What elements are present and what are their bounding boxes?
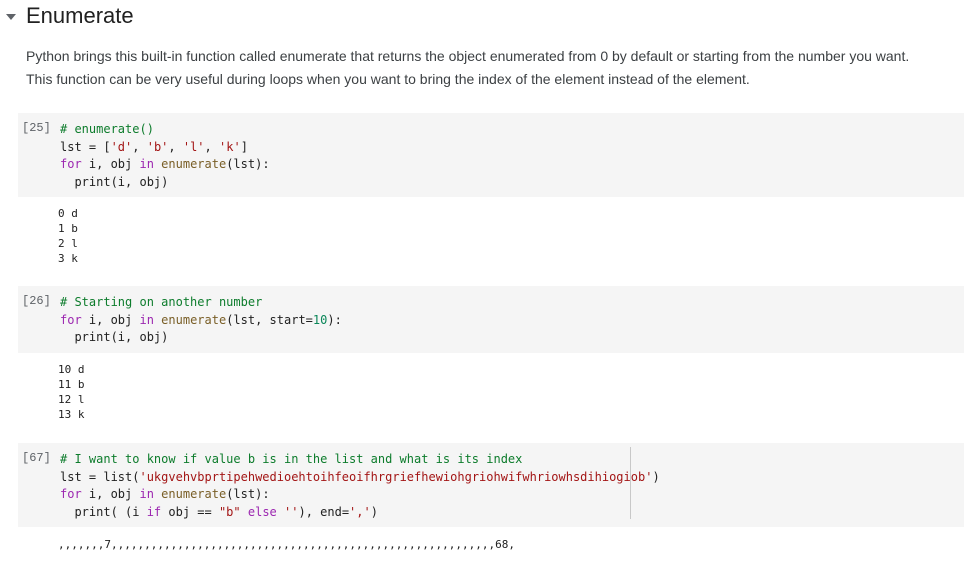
code-line[interactable]: print(i, obj) [60,329,342,347]
code-token: # enumerate() [60,122,154,136]
code-token: (lst): [226,157,270,171]
code-token: else [247,504,277,519]
code-token: lst = list( [60,469,140,484]
code-cell[interactable]: [25] # enumerate() lst = ['d', 'b', 'l', … [18,113,964,197]
code-token: print(i, obj) [60,174,169,189]
code-line[interactable]: for i, obj in enumerate(lst): [60,156,270,174]
output-line: 11 b [58,378,85,391]
code-token: ) [652,469,660,484]
execution-count: [67] [22,451,51,465]
code-token: enumerate [161,312,227,327]
code-token: print( (i [60,504,147,519]
code-token: , [132,139,147,154]
code-token: if [146,504,162,519]
output-line: 1 b [58,222,78,235]
code-line[interactable]: print( (i if obj == "b" else ''), end=',… [60,504,660,522]
cell-output: 0 d 1 b 2 l 3 k [58,206,78,266]
code-token: (lst, start= [226,312,313,327]
code-token: ) [370,504,378,519]
code-token: enumerate [161,487,227,501]
execution-count: [25] [22,121,51,135]
code-line[interactable]: # enumerate() [60,121,270,139]
code-token: 'k' [219,139,241,154]
code-line[interactable]: for i, obj in enumerate(lst, start=10): [60,312,342,330]
ruler-line [630,447,631,519]
code-editor[interactable]: # I want to know if value b is in the li… [60,451,660,521]
output-line: 10 d [58,363,85,376]
code-token: , [204,139,219,154]
code-token: 10 [312,312,328,327]
output-line: 2 l [58,237,78,250]
code-cell[interactable]: [67] # I want to know if value b is in t… [18,443,964,527]
code-token: in [139,487,154,501]
code-editor[interactable]: # Starting on another number for i, obj i… [60,294,342,347]
section-title: Enumerate [26,3,134,28]
output-line: 3 k [58,252,78,265]
code-editor[interactable]: # enumerate() lst = ['d', 'b', 'l', 'k'] f… [60,121,270,191]
code-token: lst = [ [60,139,111,154]
code-token: ), end= [298,504,350,519]
caret-down-icon[interactable] [4,10,18,24]
code-token: i, obj [81,487,140,501]
output-line: 0 d [58,207,78,220]
execution-count: [26] [22,294,51,308]
code-token: 'ukgvehvbprtipehwedioehtoihfeoifhrgriefh… [139,469,653,484]
output-line: ,,,,,,,7,,,,,,,,,,,,,,,,,,,,,,,,,,,,,,,,… [58,538,515,551]
code-line[interactable]: for i, obj in enumerate(lst): [60,486,660,504]
code-token: 'd' [110,139,133,154]
code-token: for [60,157,82,171]
code-token: for [60,487,82,501]
code-token: in [139,312,154,327]
code-token: ] [240,139,248,154]
code-cell[interactable]: [26] # Starting on another number for i, … [18,286,964,353]
code-token: # Starting on another number [60,295,263,309]
code-token: 'b' [146,139,169,154]
code-token: (lst): [226,487,270,501]
code-token: i, obj [81,312,140,327]
intro-text: Python brings this built-in function cal… [26,48,910,87]
code-token: enumerate [161,157,227,171]
code-token: for [60,312,82,327]
code-token: i, obj [81,157,140,171]
code-line[interactable]: print(i, obj) [60,174,270,192]
code-line[interactable]: # I want to know if value b is in the li… [60,451,660,469]
code-line[interactable]: # Starting on another number [60,294,342,312]
code-token: obj == [161,504,219,519]
code-line[interactable]: lst = list('ukgvehvbprtipehwedioehtoihfe… [60,469,660,487]
code-token: '' [284,504,299,519]
section-header: Enumerate [0,0,964,34]
code-token: ',' [349,504,371,519]
code-token: in [139,157,154,171]
code-token: # I want to know if value b is in the li… [60,452,523,466]
output-line: 12 l [58,393,85,406]
code-line[interactable]: lst = ['d', 'b', 'l', 'k'] [60,139,270,157]
code-token: ): [327,312,342,327]
code-token: print(i, obj) [60,330,169,344]
code-token: , [168,139,183,154]
output-line: 13 k [58,408,85,421]
code-token: "b" [218,504,241,519]
code-token: 'l' [182,139,205,154]
cell-output: ,,,,,,,7,,,,,,,,,,,,,,,,,,,,,,,,,,,,,,,,… [58,537,515,552]
cell-output: 10 d 11 b 12 l 13 k [58,362,85,422]
